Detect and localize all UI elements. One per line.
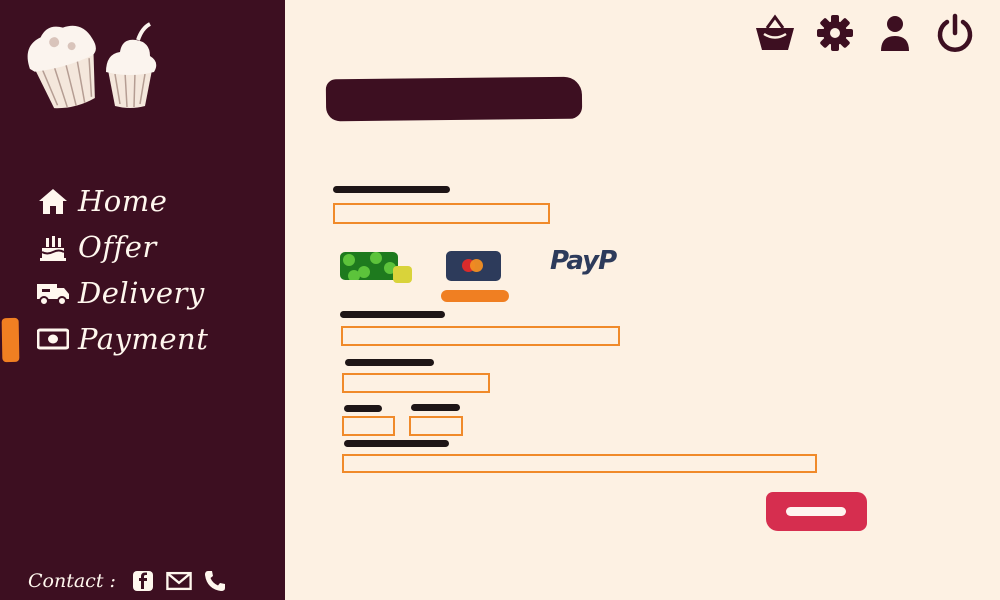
payment-field-6[interactable] bbox=[342, 454, 817, 473]
power-icon[interactable] bbox=[934, 12, 976, 54]
field-label bbox=[340, 311, 445, 318]
active-nav-marker bbox=[1, 317, 20, 363]
gear-icon[interactable] bbox=[814, 12, 856, 54]
field-label bbox=[344, 405, 382, 412]
sidebar-item-payment[interactable]: Payment bbox=[36, 322, 208, 356]
sidebar-item-label: Home bbox=[78, 184, 168, 218]
basket-icon[interactable] bbox=[754, 12, 796, 54]
phone-icon[interactable] bbox=[202, 568, 228, 594]
contact-label: Contact : bbox=[28, 570, 116, 592]
sidebar-item-label: Payment bbox=[78, 322, 209, 356]
header-icons bbox=[754, 12, 976, 54]
home-icon bbox=[36, 186, 70, 216]
selected-method-indicator bbox=[441, 290, 509, 302]
sidebar-item-home[interactable]: Home bbox=[36, 184, 167, 218]
sidebar-item-delivery[interactable]: Delivery bbox=[36, 276, 205, 310]
submit-button[interactable] bbox=[766, 492, 867, 531]
contact-bar: Contact : bbox=[28, 568, 238, 594]
payment-option-cash[interactable] bbox=[338, 250, 414, 286]
payment-field-3[interactable] bbox=[342, 373, 490, 393]
payment-field-5[interactable] bbox=[409, 416, 463, 436]
sidebar-item-label: Offer bbox=[78, 230, 157, 264]
payment-field-2[interactable] bbox=[341, 326, 620, 346]
sidebar: Home Offer Delivery Payment Contact : bbox=[0, 0, 285, 600]
field-label bbox=[411, 404, 460, 411]
payment-field-1[interactable] bbox=[333, 203, 550, 224]
mail-icon[interactable] bbox=[166, 568, 192, 594]
payment-option-card[interactable] bbox=[446, 251, 504, 283]
sidebar-item-label: Delivery bbox=[78, 276, 205, 310]
money-icon bbox=[36, 324, 70, 354]
sidebar-item-offer[interactable]: Offer bbox=[36, 230, 157, 264]
user-icon[interactable] bbox=[874, 12, 916, 54]
cupcakes-logo-icon[interactable] bbox=[22, 18, 162, 110]
field-label bbox=[344, 440, 449, 447]
paypal-icon: PayP bbox=[550, 246, 617, 276]
credit-card-icon bbox=[446, 251, 501, 281]
truck-icon bbox=[36, 278, 70, 308]
facebook-icon[interactable] bbox=[130, 568, 156, 594]
field-label bbox=[333, 186, 450, 193]
page-title bbox=[325, 76, 583, 122]
payment-option-paypal[interactable]: PayP bbox=[550, 246, 620, 286]
cake-icon bbox=[36, 232, 70, 262]
payment-field-4[interactable] bbox=[342, 416, 395, 436]
field-label bbox=[345, 359, 434, 366]
submit-button-label bbox=[786, 507, 846, 516]
